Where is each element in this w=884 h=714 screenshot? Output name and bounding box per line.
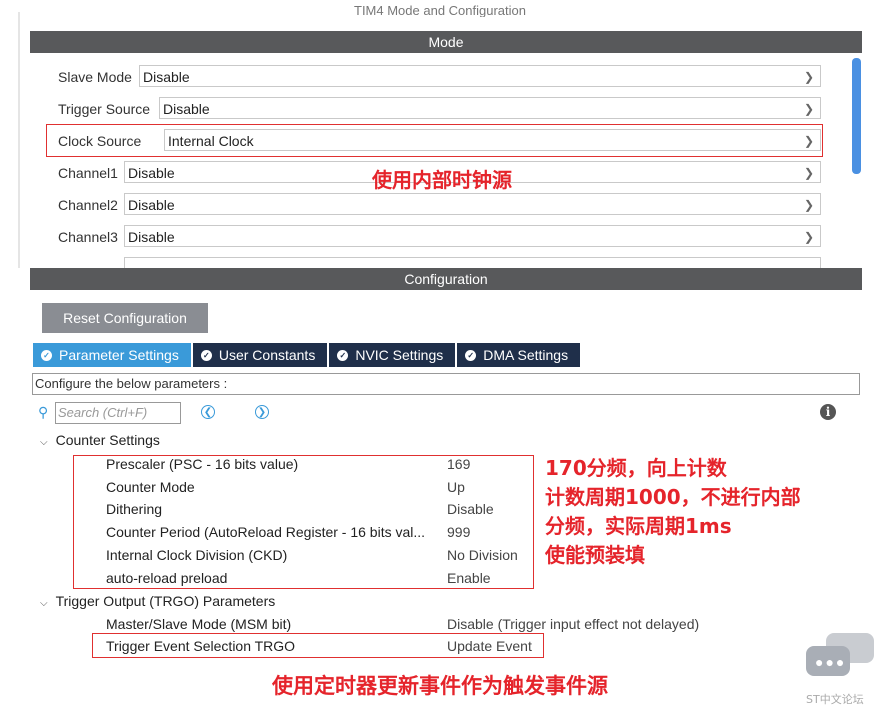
channel3-select[interactable]: Disable ❯ bbox=[124, 225, 821, 247]
group-title: Counter Settings bbox=[55, 432, 160, 448]
trigger-source-select[interactable]: Disable ❯ bbox=[159, 97, 821, 119]
search-icon: ⚲ bbox=[38, 404, 49, 420]
clock-source-row: Clock Source Internal Clock ❯ bbox=[58, 129, 822, 153]
chevron-down-icon: ❯ bbox=[803, 134, 814, 148]
chevron-down-icon: ⌵ bbox=[40, 598, 48, 609]
group-title: Trigger Output (TRGO) Parameters bbox=[55, 593, 276, 609]
tab-dma-settings[interactable]: ✓ DMA Settings bbox=[457, 343, 581, 367]
param-counter-mode-value[interactable]: Up bbox=[447, 479, 465, 495]
counter-annotation-line: 170分频，向上计数 bbox=[545, 456, 727, 480]
chevron-down-icon: ❯ bbox=[803, 70, 814, 84]
param-counter-period[interactable]: Counter Period (AutoReload Register - 16… bbox=[106, 524, 425, 540]
tab-label: DMA Settings bbox=[483, 347, 569, 363]
slave-mode-row: Slave Mode Disable ❯ bbox=[58, 65, 822, 89]
trigger-source-row: Trigger Source Disable ❯ bbox=[58, 97, 822, 121]
clock-source-label: Clock Source bbox=[58, 133, 142, 149]
channel3-row: Channel3 Disable ❯ bbox=[58, 225, 822, 249]
param-msm-bit-value[interactable]: Disable (Trigger input effect not delaye… bbox=[447, 616, 699, 632]
param-dithering[interactable]: Dithering bbox=[106, 501, 162, 517]
param-counter-mode[interactable]: Counter Mode bbox=[106, 479, 195, 495]
tab-label: User Constants bbox=[218, 347, 316, 363]
search-input[interactable]: Search (Ctrl+F) bbox=[55, 402, 181, 424]
clock-source-value: Internal Clock bbox=[168, 133, 254, 149]
channel4-select-partial[interactable] bbox=[124, 257, 821, 268]
check-circle-icon: ✓ bbox=[465, 349, 477, 361]
param-dithering-value[interactable]: Disable bbox=[447, 501, 494, 517]
counter-annotation-line: 使能预装填 bbox=[545, 543, 645, 567]
counter-settings-highlight bbox=[73, 455, 534, 589]
channel1-label: Channel1 bbox=[58, 165, 118, 181]
tab-label: Parameter Settings bbox=[59, 347, 179, 363]
param-counter-period-value[interactable]: 999 bbox=[447, 524, 470, 540]
left-gutter bbox=[18, 12, 20, 268]
arrow-left-circle-icon[interactable]: ❮ bbox=[201, 405, 215, 419]
chevron-down-icon: ❯ bbox=[803, 230, 814, 244]
chevron-down-icon: ⌵ bbox=[40, 437, 48, 448]
tab-label: NVIC Settings bbox=[355, 347, 444, 363]
check-circle-icon: ✓ bbox=[337, 349, 349, 361]
tab-user-constants[interactable]: ✓ User Constants bbox=[192, 343, 328, 367]
channel1-value: Disable bbox=[128, 165, 175, 181]
param-msm-bit[interactable]: Master/Slave Mode (MSM bit) bbox=[106, 616, 291, 632]
slave-mode-value: Disable bbox=[143, 69, 190, 85]
configuration-header: Configuration bbox=[30, 268, 862, 290]
check-circle-icon: ✓ bbox=[41, 349, 52, 361]
param-trgo-selection-value[interactable]: Update Event bbox=[447, 638, 532, 654]
channel2-row: Channel2 Disable ❯ bbox=[58, 193, 822, 217]
channel2-label: Channel2 bbox=[58, 197, 118, 213]
param-prescaler-value[interactable]: 169 bbox=[447, 456, 470, 472]
dots-icon: ●●● bbox=[815, 654, 847, 670]
trigger-source-label: Trigger Source bbox=[58, 101, 151, 117]
watermark-text: ST中文论坛 bbox=[806, 693, 864, 706]
config-tabs: ✓ Parameter Settings ✓ User Constants ✓ … bbox=[33, 343, 582, 367]
clock-source-select[interactable]: Internal Clock ❯ bbox=[164, 129, 821, 151]
chevron-down-icon: ❯ bbox=[803, 166, 814, 180]
configure-description: Configure the below parameters : bbox=[32, 373, 860, 395]
param-prescaler[interactable]: Prescaler (PSC - 16 bits value) bbox=[106, 456, 298, 472]
reset-configuration-button[interactable]: Reset Configuration bbox=[42, 303, 208, 333]
mode-scrollbar[interactable] bbox=[852, 58, 861, 174]
slave-mode-select[interactable]: Disable ❯ bbox=[139, 65, 821, 87]
counter-annotation-line: 分频，实际周期1ms bbox=[545, 514, 732, 538]
param-clock-division-value[interactable]: No Division bbox=[447, 547, 518, 563]
forum-watermark: ●●● ST中文论坛 bbox=[806, 633, 876, 706]
channel2-select[interactable]: Disable ❯ bbox=[124, 193, 821, 215]
tab-nvic-settings[interactable]: ✓ NVIC Settings bbox=[329, 343, 456, 367]
counter-annotation: 170分频，向上计数 计数周期1000，不进行内部 分频，实际周期1ms 使能预… bbox=[545, 454, 801, 570]
chevron-down-icon: ❯ bbox=[803, 198, 814, 212]
trgo-parameters-group[interactable]: ⌵ Trigger Output (TRGO) Parameters bbox=[40, 593, 275, 609]
trigger-source-value: Disable bbox=[163, 101, 210, 117]
param-auto-reload-preload-value[interactable]: Enable bbox=[447, 570, 491, 586]
param-trgo-selection[interactable]: Trigger Event Selection TRGO bbox=[106, 638, 295, 654]
trgo-annotation: 使用定时器更新事件作为触发事件源 bbox=[272, 674, 608, 698]
window-title: TIM4 Mode and Configuration bbox=[354, 3, 526, 17]
slave-mode-label: Slave Mode bbox=[58, 69, 132, 85]
tab-parameter-settings[interactable]: ✓ Parameter Settings bbox=[33, 343, 191, 367]
chevron-down-icon: ❯ bbox=[803, 102, 814, 116]
channel3-value: Disable bbox=[128, 229, 175, 245]
check-circle-icon: ✓ bbox=[200, 349, 212, 361]
mode-header: Mode bbox=[30, 31, 862, 53]
info-icon[interactable]: i bbox=[820, 404, 836, 420]
channel2-value: Disable bbox=[128, 197, 175, 213]
arrow-right-circle-icon[interactable]: ❯ bbox=[255, 405, 269, 419]
param-clock-division[interactable]: Internal Clock Division (CKD) bbox=[106, 547, 287, 563]
clock-source-annotation: 使用内部时钟源 bbox=[372, 168, 512, 192]
param-auto-reload-preload[interactable]: auto-reload preload bbox=[106, 570, 227, 586]
counter-settings-group[interactable]: ⌵ Counter Settings bbox=[40, 432, 160, 448]
channel3-label: Channel3 bbox=[58, 229, 118, 245]
counter-annotation-line: 计数周期1000，不进行内部 bbox=[545, 485, 801, 509]
